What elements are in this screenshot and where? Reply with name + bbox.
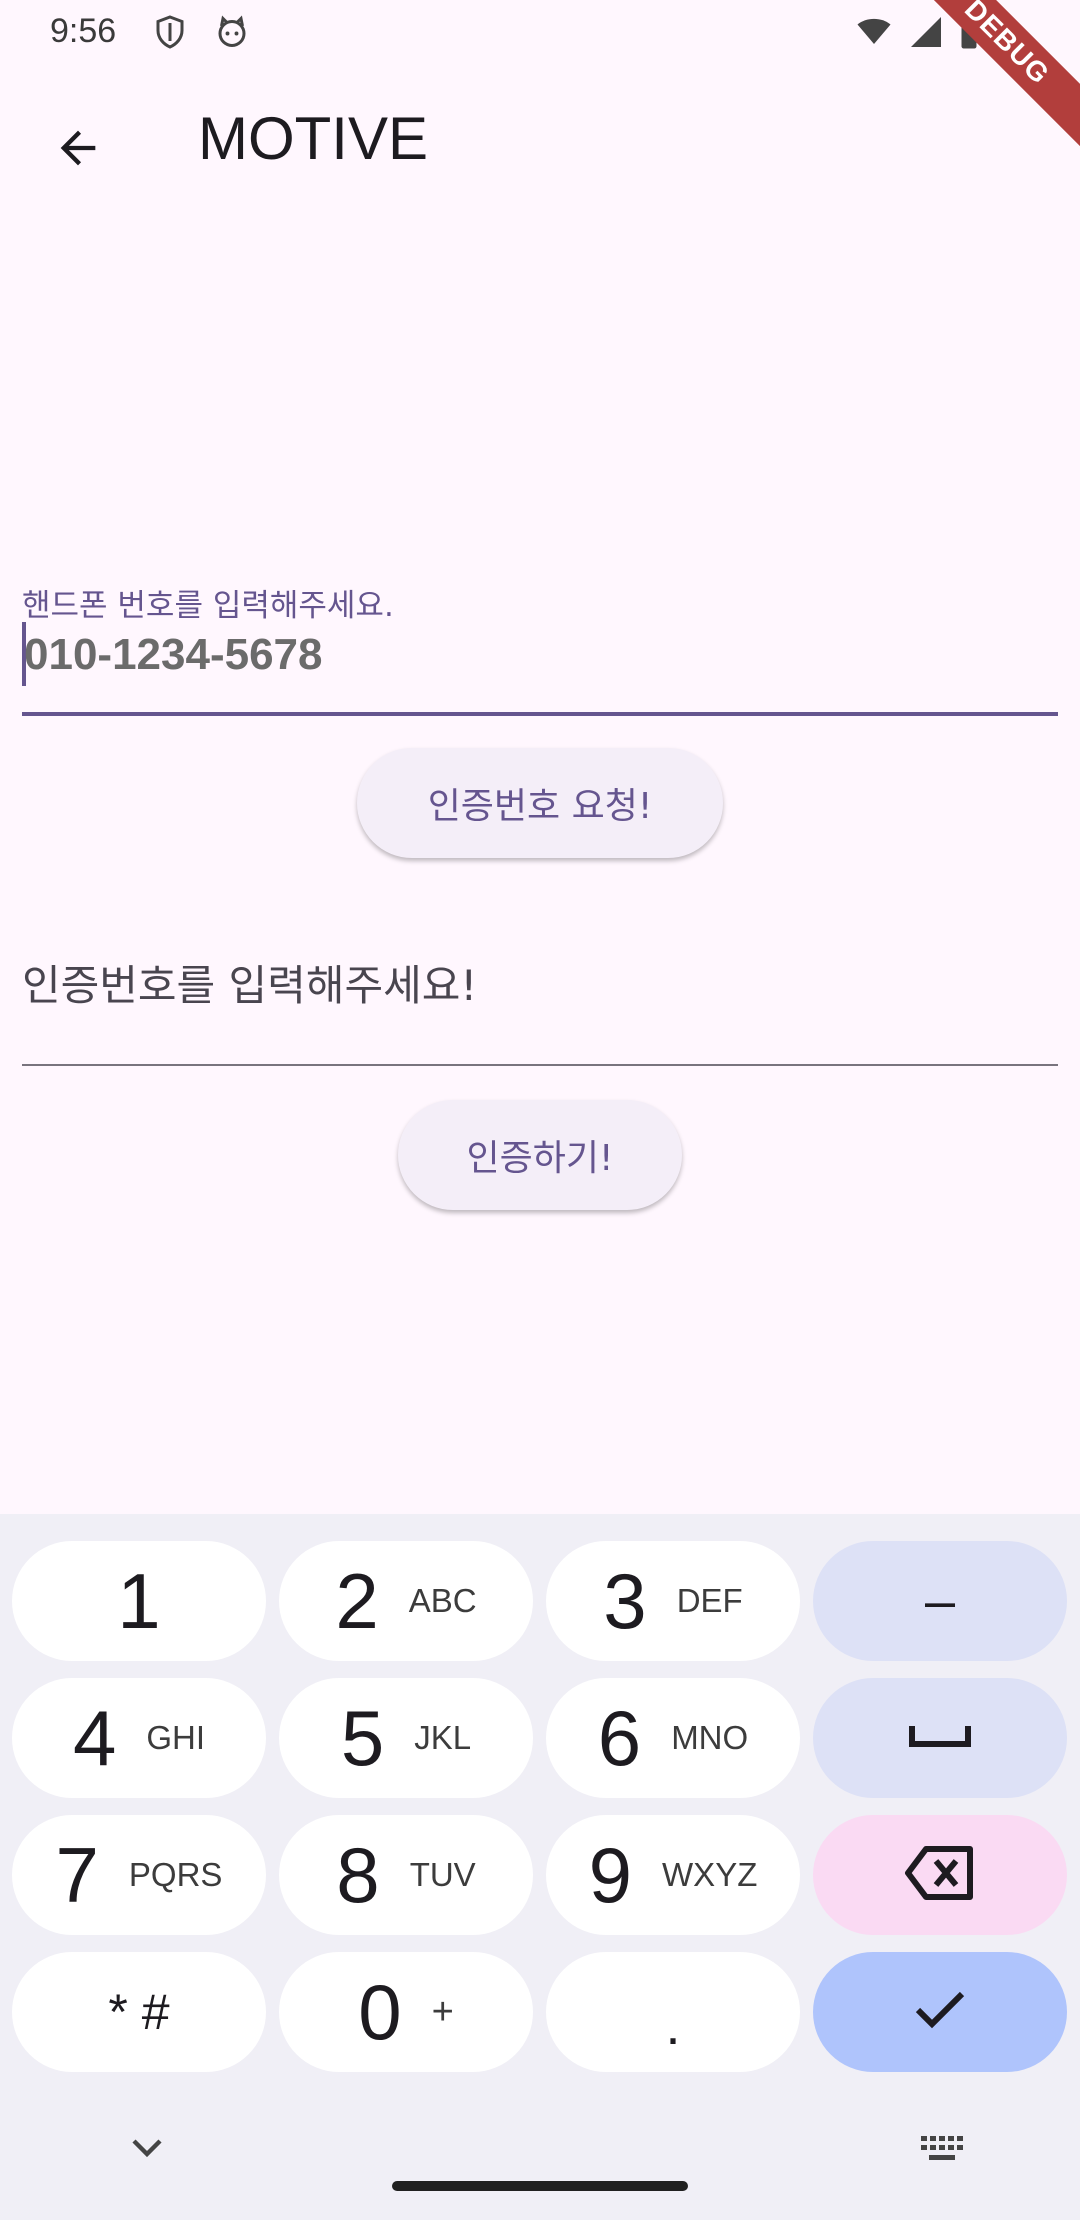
shield-icon <box>152 14 188 50</box>
arrow-back-icon <box>52 122 104 178</box>
wifi-icon <box>854 14 894 54</box>
verification-code-field[interactable] <box>22 930 1058 1070</box>
page-title: MOTIVE <box>198 105 429 172</box>
key-6[interactable]: 6 MNO <box>546 1678 800 1798</box>
key-5[interactable]: 5 JKL <box>279 1678 533 1798</box>
phone-number-field[interactable]: 핸드폰 번호를 입력해주세요. <box>22 570 1058 718</box>
code-input[interactable] <box>22 950 1052 1020</box>
numeric-keyboard: 1 2 ABC 3 DEF – 4 GHI 5 JKL 6 MNO 7 PQRS… <box>0 1514 1080 2220</box>
check-icon <box>914 1990 966 2034</box>
code-field-underline <box>22 1064 1058 1066</box>
status-time: 9:56 <box>50 12 117 50</box>
backspace-icon <box>904 1845 976 1905</box>
signal-icon <box>908 14 944 54</box>
verify-button[interactable]: 인증하기! <box>398 1100 682 1210</box>
key-4[interactable]: 4 GHI <box>12 1678 266 1798</box>
chevron-down-icon <box>130 2137 164 2163</box>
key-2[interactable]: 2 ABC <box>279 1541 533 1661</box>
phone-field-label: 핸드폰 번호를 입력해주세요. <box>22 588 394 624</box>
cat-icon <box>214 14 250 50</box>
app-bar: MOTIVE <box>0 66 1080 216</box>
key-3[interactable]: 3 DEF <box>546 1541 800 1661</box>
back-button[interactable] <box>40 112 116 188</box>
key-7[interactable]: 7 PQRS <box>12 1815 266 1935</box>
home-indicator[interactable] <box>392 2181 688 2191</box>
key-backspace[interactable] <box>813 1815 1067 1935</box>
key-dash[interactable]: – <box>813 1541 1067 1661</box>
key-period[interactable]: . <box>546 1952 800 2072</box>
phone-input[interactable] <box>24 620 1054 690</box>
key-star-hash[interactable]: * # <box>12 1952 266 2072</box>
request-code-button[interactable]: 인증번호 요청! <box>357 748 723 858</box>
hide-keyboard-button[interactable] <box>122 2130 172 2170</box>
phone-field-underline <box>22 712 1058 716</box>
dash-icon: – <box>924 1571 956 1631</box>
status-bar: 9:56 <box>0 0 1080 66</box>
keyboard-switch-button[interactable] <box>914 2130 970 2170</box>
space-icon <box>908 1721 972 1755</box>
key-1[interactable]: 1 <box>12 1541 266 1661</box>
key-9[interactable]: 9 WXYZ <box>546 1815 800 1935</box>
key-done[interactable] <box>813 1952 1067 2072</box>
key-8[interactable]: 8 TUV <box>279 1815 533 1935</box>
key-0[interactable]: 0 + <box>279 1952 533 2072</box>
key-space[interactable] <box>813 1678 1067 1798</box>
keyboard-icon <box>919 2134 965 2166</box>
